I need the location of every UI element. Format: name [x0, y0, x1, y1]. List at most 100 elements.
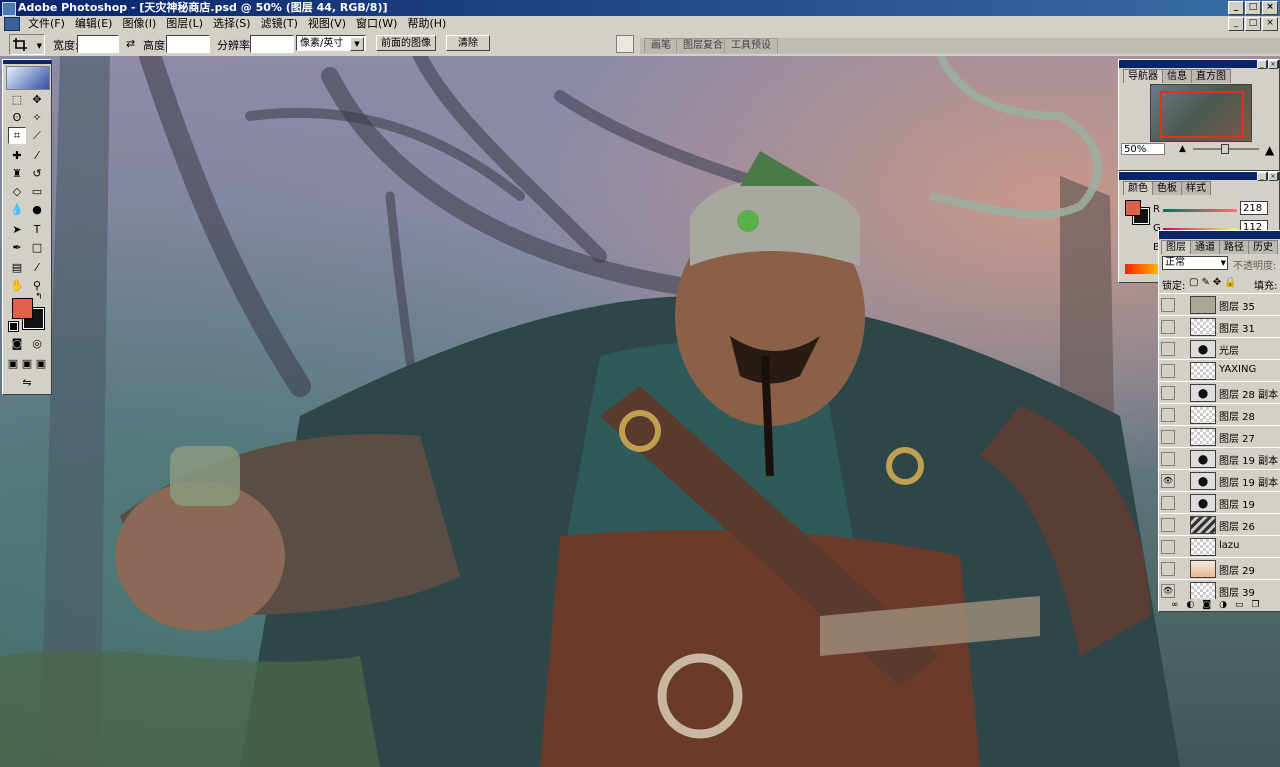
move-tool-icon[interactable]: ✥ — [28, 91, 46, 108]
foreground-color-swatch[interactable] — [12, 298, 33, 319]
resolution-input[interactable] — [250, 35, 294, 53]
slice-tool-icon[interactable]: ⟋ — [28, 127, 46, 144]
swap-colors-icon[interactable]: ↰ — [35, 292, 43, 302]
eye-icon[interactable] — [1161, 540, 1175, 554]
pen-tool-icon[interactable]: ✒ — [8, 239, 26, 256]
screen-mode-full-icon[interactable]: ▣ — [34, 355, 48, 372]
eye-icon[interactable] — [1161, 298, 1175, 312]
color-panel-header[interactable]: _ × — [1119, 172, 1279, 181]
history-brush-tool-icon[interactable]: ↺ — [28, 165, 46, 182]
crop-tool-icon[interactable]: ⌗ — [8, 127, 26, 144]
jump-to-imageready-icon[interactable]: ⇋ — [8, 374, 46, 391]
clear-button[interactable]: 清除 — [446, 35, 490, 51]
tab-paths[interactable]: 路径 — [1219, 240, 1249, 254]
healing-brush-tool-icon[interactable]: ✚ — [8, 147, 26, 164]
navigator-panel-header[interactable]: _ × — [1119, 60, 1279, 69]
toolbox-title-bar[interactable] — [3, 60, 51, 64]
front-image-button[interactable]: 前面的图像 — [376, 35, 436, 51]
screen-mode-standard-icon[interactable]: ▣ — [6, 355, 20, 372]
quick-mask-mode-icon[interactable]: ◎ — [28, 335, 46, 352]
well-tab-brushes[interactable]: 画笔 — [644, 38, 678, 53]
panel-close-icon[interactable]: × — [1268, 172, 1278, 181]
tool-preset-picker[interactable]: ▼ — [9, 34, 45, 55]
clone-stamp-tool-icon[interactable]: ♜ — [8, 165, 26, 182]
close-button[interactable]: × — [1262, 1, 1278, 15]
maximize-button[interactable]: □ — [1245, 1, 1261, 15]
gradient-tool-icon[interactable]: ▭ — [28, 183, 46, 200]
blur-tool-icon[interactable]: 💧 — [8, 201, 26, 218]
width-input[interactable] — [77, 35, 119, 53]
eye-icon[interactable]: 👁 — [1161, 474, 1175, 488]
menu-select[interactable]: 选择(S) — [208, 16, 256, 32]
menu-help[interactable]: 帮助(H) — [402, 16, 451, 32]
panel-close-icon[interactable]: × — [1268, 60, 1278, 69]
blend-mode-select[interactable]: 正常 ▼ — [1162, 256, 1228, 270]
layer-row[interactable]: 图层 28 — [1159, 403, 1280, 426]
layer-row[interactable]: 👁 图层 19 副本 — [1159, 469, 1280, 492]
palette-well-icon[interactable] — [616, 35, 634, 53]
notes-tool-icon[interactable]: ▤ — [8, 259, 26, 276]
channel-r-input[interactable]: 218 — [1240, 201, 1268, 215]
tab-color[interactable]: 颜色 — [1123, 181, 1153, 195]
eraser-tool-icon[interactable]: ◇ — [8, 183, 26, 200]
marquee-tool-icon[interactable]: ⬚ — [8, 91, 26, 108]
layer-style-icon[interactable]: ◐ — [1187, 599, 1195, 611]
link-layers-icon[interactable]: ∞ — [1171, 599, 1179, 611]
adobe-online-feather-icon[interactable] — [6, 66, 50, 90]
default-colors-icon[interactable] — [8, 321, 19, 332]
menu-view[interactable]: 视图(V) — [303, 16, 351, 32]
tab-history[interactable]: 历史 — [1248, 240, 1278, 254]
panel-minimize-icon[interactable]: _ — [1257, 60, 1267, 69]
eye-icon[interactable] — [1161, 320, 1175, 334]
resolution-unit-select[interactable]: 像素/英寸 ▼ — [296, 35, 366, 51]
tab-swatches[interactable]: 色板 — [1152, 181, 1182, 195]
layer-row[interactable]: 图层 35 — [1159, 293, 1280, 316]
menu-edit[interactable]: 编辑(E) — [70, 16, 118, 32]
eye-icon[interactable] — [1161, 364, 1175, 378]
layer-row[interactable]: 图层 19 — [1159, 491, 1280, 514]
dodge-tool-icon[interactable]: ● — [28, 201, 46, 218]
document-icon[interactable] — [4, 17, 20, 31]
swap-dimensions-icon[interactable]: ⇄ — [126, 37, 135, 50]
brush-tool-icon[interactable]: ⁄ — [28, 147, 46, 164]
doc-restore-button[interactable]: □ — [1245, 17, 1261, 31]
zoom-out-icon[interactable]: ▲ — [1179, 144, 1186, 154]
eye-icon[interactable] — [1161, 452, 1175, 466]
eye-icon[interactable] — [1161, 386, 1175, 400]
minimize-button[interactable]: _ — [1228, 1, 1244, 15]
screen-mode-menu-icon[interactable]: ▣ — [20, 355, 34, 372]
new-adjustment-icon[interactable]: ◑ — [1219, 599, 1227, 611]
hand-tool-icon[interactable]: ✋ — [8, 277, 26, 294]
height-input[interactable] — [166, 35, 210, 53]
eye-icon[interactable] — [1161, 430, 1175, 444]
type-tool-icon[interactable]: T — [28, 221, 46, 238]
layer-row[interactable]: 图层 29 — [1159, 557, 1280, 580]
well-tab-tool-presets[interactable]: 工具预设 — [724, 38, 778, 53]
eye-icon[interactable] — [1161, 496, 1175, 510]
lasso-tool-icon[interactable]: ʘ — [8, 109, 26, 126]
navigator-zoom-slider[interactable] — [1193, 144, 1259, 154]
layer-row[interactable]: 👁 图层 39 — [1159, 579, 1280, 599]
new-group-icon[interactable]: ▭ — [1235, 599, 1244, 611]
eye-icon[interactable] — [1161, 518, 1175, 532]
tab-info[interactable]: 信息 — [1162, 69, 1192, 83]
eye-icon[interactable] — [1161, 342, 1175, 356]
menu-file[interactable]: 文件(F) — [23, 16, 70, 32]
color-foreground-swatch[interactable] — [1125, 200, 1141, 216]
tab-channels[interactable]: 通道 — [1190, 240, 1220, 254]
tab-navigator[interactable]: 导航器 — [1123, 69, 1163, 83]
layer-row[interactable]: 图层 28 副本 — [1159, 381, 1280, 404]
doc-close-button[interactable]: × — [1262, 17, 1278, 31]
layers-panel-header[interactable] — [1159, 231, 1280, 239]
layer-row[interactable]: 图层 27 — [1159, 425, 1280, 448]
zoom-in-icon[interactable]: ▲ — [1265, 143, 1274, 157]
layer-row[interactable]: lazu — [1159, 535, 1280, 558]
add-mask-icon[interactable]: ◙ — [1202, 599, 1211, 611]
eye-icon[interactable]: 👁 — [1161, 584, 1175, 598]
layer-row[interactable]: 图层 31 — [1159, 315, 1280, 338]
zoom-slider-knob[interactable] — [1221, 144, 1229, 154]
channel-r-slider[interactable] — [1163, 209, 1237, 212]
eyedropper-tool-icon[interactable]: ⁄ — [28, 259, 46, 276]
layer-row[interactable]: YAXING — [1159, 359, 1280, 382]
standard-mode-icon[interactable]: ◙ — [8, 335, 26, 352]
